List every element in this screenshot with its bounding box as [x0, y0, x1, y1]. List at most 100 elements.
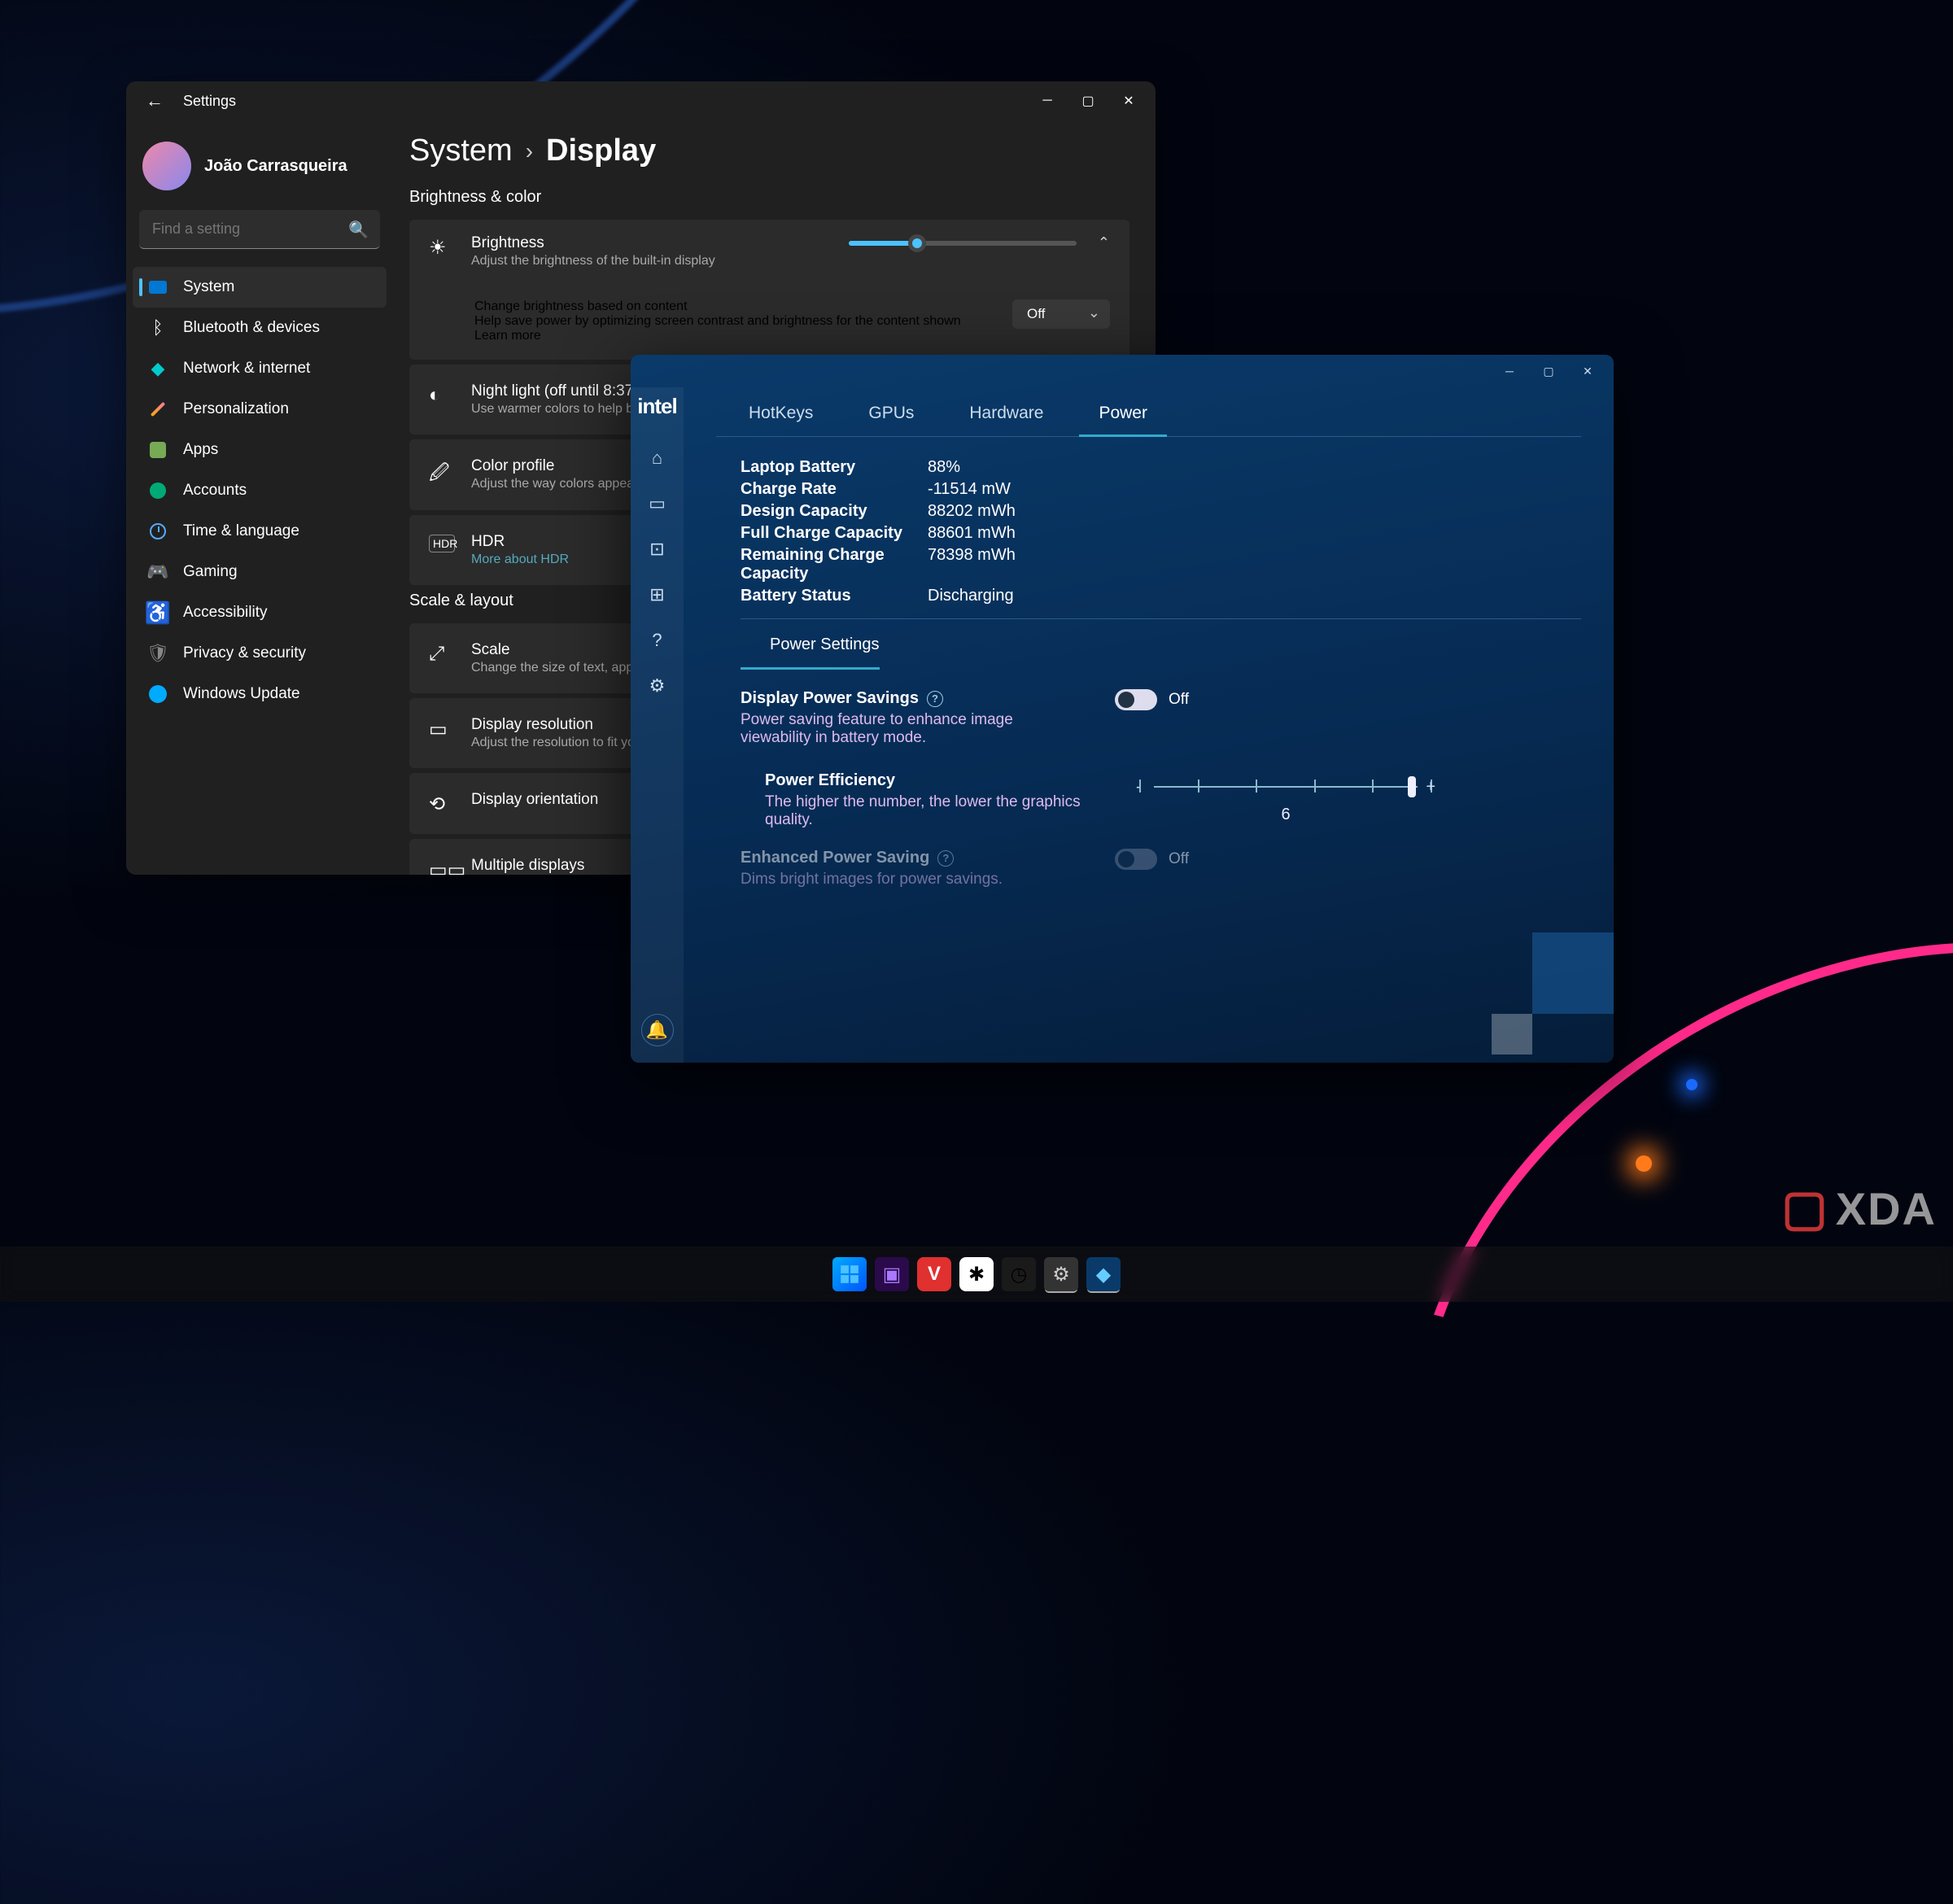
breadcrumb: System › Display [409, 133, 1129, 168]
battery-table: Laptop Battery88%Charge Rate-11514 mWDes… [741, 456, 1581, 607]
start-button[interactable] [832, 1257, 867, 1291]
tab-gpus[interactable]: GPUs [865, 404, 917, 436]
bell-icon[interactable]: 🔔 [641, 1014, 674, 1046]
close-button[interactable]: ✕ [1108, 81, 1149, 120]
multiple-displays-icon: ▭▭ [429, 858, 455, 875]
battery-row: Design Capacity88202 mWh [741, 500, 1581, 522]
sidebar-item-apps[interactable]: Apps [133, 430, 387, 470]
orientation-icon: ⟲ [429, 793, 455, 816]
video-icon[interactable]: ⊡ [643, 535, 672, 564]
intel-window: ─ ▢ ✕ intel ⌂ ▭ ⊡ ⊞ ? ⚙ 🔔 HotKeys GPUs Har… [631, 355, 1614, 1063]
breadcrumb-page: Display [546, 133, 656, 168]
pers-icon [147, 399, 168, 420]
scale-icon: ⤢ [429, 643, 455, 666]
content-brightness-dropdown[interactable]: Off [1012, 299, 1110, 329]
profile[interactable]: João Carrasqueira [133, 129, 387, 207]
sidebar-item-accessibility[interactable]: ♿ Accessibility [133, 592, 387, 633]
power-settings-tab[interactable]: Power Settings [741, 635, 880, 670]
content-brightness-desc: Help save power by optimizing screen con… [474, 314, 1012, 329]
tab-power[interactable]: Power [1095, 404, 1151, 436]
brightness-title: Brightness [471, 234, 832, 252]
minimize-button[interactable]: ─ [1027, 81, 1068, 120]
maximize-button[interactable]: ▢ [1068, 81, 1108, 120]
power-efficiency-row: Power Efficiency The higher the number, … [765, 771, 1581, 829]
help-icon[interactable]: ? [643, 626, 672, 655]
moon-icon: ◐ [429, 384, 455, 407]
enhanced-power-saving-row: Enhanced Power Saving ? Dims bright imag… [741, 849, 1581, 889]
gear-icon[interactable]: ⚙ [643, 671, 672, 701]
slider-thumb[interactable] [1408, 776, 1416, 797]
time-icon [147, 521, 168, 542]
dps-desc: Power saving feature to enhance image vi… [741, 711, 1066, 747]
priv-icon: 🛡 [147, 643, 168, 664]
breadcrumb-root[interactable]: System [409, 133, 513, 168]
intel-close-button[interactable]: ✕ [1568, 356, 1607, 386]
sidebar-item-privacy-security[interactable]: 🛡 Privacy & security [133, 633, 387, 674]
battery-row: Full Charge Capacity88601 mWh [741, 522, 1581, 544]
taskbar-camera-icon[interactable]: ▣ [875, 1257, 909, 1291]
taskbar-settings-icon[interactable]: ⚙ [1044, 1257, 1078, 1291]
nav-label: Privacy & security [183, 644, 306, 662]
taskbar-vivaldi-icon[interactable]: V [917, 1257, 951, 1291]
display-icon[interactable]: ▭ [643, 489, 672, 518]
battery-key: Laptop Battery [741, 458, 928, 477]
eps-desc: Dims bright images for power savings. [741, 871, 1066, 889]
pe-value: 6 [1139, 806, 1432, 824]
sidebar-item-system[interactable]: System [133, 267, 387, 308]
tab-hotkeys[interactable]: HotKeys [745, 404, 816, 436]
nav-label: Bluetooth & devices [183, 319, 320, 337]
acc2-icon: ♿ [147, 602, 168, 623]
eps-title: Enhanced Power Saving ? [741, 849, 1115, 867]
sidebar-item-time-language[interactable]: Time & language [133, 511, 387, 552]
taskbar-intel-icon[interactable]: ◆ [1086, 1257, 1121, 1291]
sidebar-item-accounts[interactable]: Accounts [133, 470, 387, 511]
battery-key: Remaining Charge Capacity [741, 546, 928, 583]
search-box[interactable]: 🔍 [139, 210, 380, 249]
avatar [142, 142, 191, 190]
tab-hardware[interactable]: Hardware [966, 404, 1046, 436]
nav-label: Accounts [183, 482, 247, 500]
battery-value: 88% [928, 458, 960, 477]
palette-icon: 🖉 [429, 459, 455, 492]
nav-label: Windows Update [183, 685, 300, 703]
plus-icon: + [1426, 778, 1435, 797]
battery-row: Laptop Battery88% [741, 456, 1581, 478]
brightness-row[interactable]: ☀ Brightness Adjust the brightness of th… [409, 220, 1129, 283]
settings-sidebar: João Carrasqueira 🔍 System ᛒBluetooth & d… [126, 120, 393, 875]
taskbar-slack-icon[interactable]: ✱ [959, 1257, 994, 1291]
nav-label: System [183, 278, 234, 296]
display-power-savings-row: Display Power Savings ? Power saving fea… [741, 689, 1581, 747]
brightness-slider[interactable] [849, 241, 1077, 246]
battery-value: -11514 mW [928, 480, 1011, 499]
dps-toggle[interactable] [1115, 689, 1157, 710]
eps-toggle [1115, 849, 1157, 870]
app-title: Settings [183, 93, 236, 110]
learn-more-link[interactable]: Learn more [474, 329, 1012, 343]
settings-titlebar: ← Settings ─ ▢ ✕ [126, 81, 1156, 120]
info-icon[interactable]: ? [927, 691, 943, 707]
content-brightness-title: Change brightness based on content [474, 299, 1012, 314]
intel-minimize-button[interactable]: ─ [1490, 356, 1529, 386]
battery-value: 78398 mWh [928, 546, 1016, 583]
grid-icon[interactable]: ⊞ [643, 580, 672, 609]
sidebar-item-bluetooth-devices[interactable]: ᛒBluetooth & devices [133, 308, 387, 348]
search-input[interactable] [139, 210, 380, 249]
xda-watermark: ▢XDA [1781, 1180, 1937, 1237]
sidebar-item-network-internet[interactable]: ◆Network & internet [133, 348, 387, 389]
nav-label: Accessibility [183, 604, 267, 622]
back-button[interactable]: ← [146, 90, 164, 111]
decorative-squares [1467, 916, 1614, 1063]
sidebar-item-windows-update[interactable]: Windows Update [133, 674, 387, 714]
sidebar-item-personalization[interactable]: Personalization [133, 389, 387, 430]
home-icon[interactable]: ⌂ [643, 443, 672, 473]
sidebar-item-gaming[interactable]: 🎮Gaming [133, 552, 387, 592]
chevron-up-icon[interactable]: ⌃ [1098, 234, 1110, 251]
dps-value: Off [1169, 691, 1189, 709]
intel-tabs: HotKeys GPUs Hardware Power [716, 387, 1581, 437]
intel-maximize-button[interactable]: ▢ [1529, 356, 1568, 386]
taskbar-clock-icon[interactable]: ◷ [1002, 1257, 1036, 1291]
intel-logo: intel [637, 389, 676, 435]
power-efficiency-slider[interactable]: - + 6 [1139, 771, 1432, 824]
battery-value: 88202 mWh [928, 502, 1016, 521]
info-icon[interactable]: ? [937, 850, 954, 867]
